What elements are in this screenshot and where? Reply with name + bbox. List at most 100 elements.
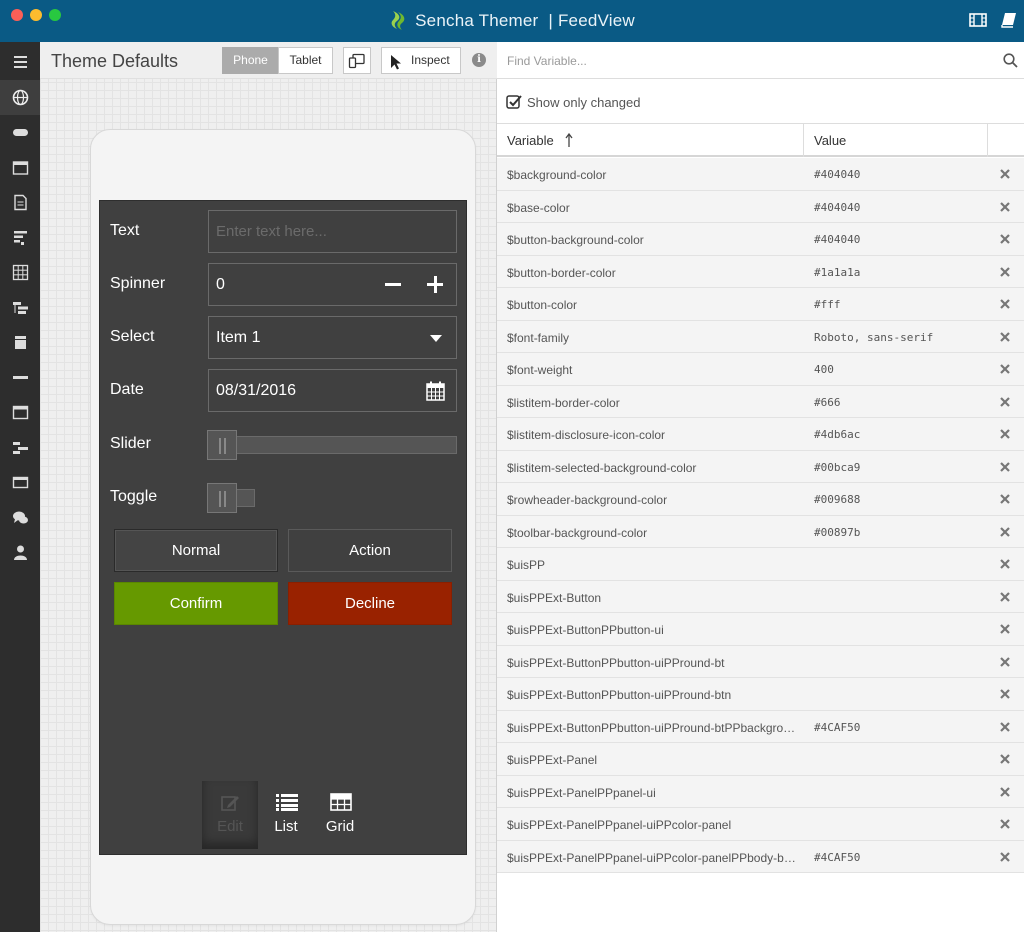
remove-icon[interactable] — [1000, 591, 1010, 602]
variable-row[interactable]: $uisPPExt-PanelPPpanel-uiPPcolor-panel — [497, 808, 1024, 841]
rotate-device-button[interactable] — [343, 47, 371, 74]
find-variable-input[interactable] — [507, 51, 987, 71]
variable-row[interactable]: $toolbar-background-color #00897b — [497, 515, 1024, 548]
info-icon[interactable]: i — [472, 53, 486, 67]
variable-row[interactable]: $listitem-selected-background-color #00bc… — [497, 450, 1024, 483]
remove-icon[interactable] — [1000, 461, 1010, 472]
variable-value[interactable]: Roboto, sans-serif — [814, 331, 933, 344]
variable-row[interactable]: $uisPPExt-ButtonPPbutton-ui — [497, 613, 1024, 646]
variable-value[interactable]: #00bca9 — [814, 461, 860, 474]
spinner-field[interactable]: 0 — [208, 263, 457, 306]
variable-row[interactable]: $uisPPExt-Panel — [497, 743, 1024, 776]
variable-row[interactable]: $button-background-color #404040 — [497, 223, 1024, 256]
remove-icon[interactable] — [1000, 526, 1010, 537]
action-button[interactable]: Action — [288, 529, 452, 572]
phone-tab[interactable]: Phone — [222, 47, 279, 74]
slider-track[interactable] — [208, 436, 457, 454]
chevron-down-icon[interactable] — [430, 335, 442, 342]
remove-icon[interactable] — [1000, 429, 1010, 439]
date-field[interactable]: 08/31/2016 — [208, 369, 457, 412]
hierarchy-icon[interactable] — [0, 430, 40, 465]
chat-icon[interactable] — [0, 500, 40, 535]
remove-icon[interactable] — [1000, 234, 1010, 244]
variable-row[interactable]: $uisPPExt-PanelPPpanel-ui — [497, 775, 1024, 808]
variable-value[interactable]: #fff — [814, 298, 841, 311]
variable-value[interactable]: #4CAF50 — [814, 721, 860, 734]
remove-icon[interactable] — [1000, 299, 1010, 309]
variable-row[interactable]: $uisPPExt-ButtonPPbutton-uiPPround-btn — [497, 678, 1024, 711]
remove-icon[interactable] — [1000, 364, 1010, 374]
decline-button[interactable]: Decline — [288, 582, 452, 625]
toggle-thumb[interactable] — [207, 483, 237, 513]
variable-value[interactable]: #1a1a1a — [814, 266, 860, 279]
sort-ascending-icon[interactable] — [564, 133, 574, 147]
document-icon[interactable] — [0, 185, 40, 220]
select-field[interactable]: Item 1 — [208, 316, 457, 359]
calendar-icon[interactable] — [0, 150, 40, 185]
variable-value[interactable]: #009688 — [814, 493, 860, 506]
form-icon[interactable] — [0, 220, 40, 255]
user-icon[interactable] — [0, 535, 40, 570]
minus-icon[interactable] — [385, 283, 401, 286]
variable-row[interactable]: $uisPPExt-ButtonPPbutton-uiPPround-bt — [497, 645, 1024, 678]
book-icon[interactable] — [1000, 12, 1018, 28]
variable-value[interactable]: #4db6ac — [814, 428, 860, 441]
value-column-header[interactable]: Value — [814, 133, 846, 148]
panel-icon[interactable] — [0, 325, 40, 360]
remove-icon[interactable] — [1000, 721, 1010, 732]
tab-grid[interactable]: Grid — [312, 781, 368, 849]
variable-row[interactable]: $background-color #404040 — [497, 158, 1024, 191]
film-icon[interactable] — [969, 12, 987, 28]
variable-value[interactable]: #404040 — [814, 201, 860, 214]
variable-row[interactable]: $listitem-disclosure-icon-color #4db6ac — [497, 418, 1024, 451]
remove-icon[interactable] — [1000, 201, 1010, 212]
variable-value[interactable]: #666 — [814, 396, 841, 409]
show-only-changed-checkbox[interactable] — [506, 94, 522, 110]
variable-column-header[interactable]: Variable — [507, 133, 554, 148]
menu-icon[interactable] — [0, 44, 40, 79]
variable-row[interactable]: $rowheader-background-color #009688 — [497, 483, 1024, 516]
variable-row[interactable]: $uisPP — [497, 548, 1024, 581]
variable-row[interactable]: $listitem-border-color #666 — [497, 385, 1024, 418]
variable-row[interactable]: $button-color #fff — [497, 288, 1024, 321]
remove-icon[interactable] — [1000, 656, 1010, 667]
remove-icon[interactable] — [1000, 754, 1010, 764]
variable-row[interactable]: $font-weight 400 — [497, 353, 1024, 386]
variable-row[interactable]: $uisPPExt-Button — [497, 580, 1024, 613]
divider-icon[interactable] — [0, 360, 40, 395]
plus-icon-vertical[interactable] — [433, 276, 437, 293]
variable-row[interactable]: $button-border-color #1a1a1a — [497, 255, 1024, 288]
variable-row[interactable]: $uisPPExt-PanelPPpanel-uiPPcolor-panelPP… — [497, 840, 1024, 873]
variable-value[interactable]: #404040 — [814, 233, 860, 246]
remove-icon[interactable] — [1000, 624, 1010, 634]
remove-icon[interactable] — [1000, 819, 1010, 829]
search-icon[interactable] — [1003, 53, 1018, 68]
remove-icon[interactable] — [1000, 559, 1010, 569]
window-icon[interactable] — [0, 395, 40, 430]
grid-icon[interactable] — [0, 255, 40, 290]
remove-icon[interactable] — [1000, 266, 1010, 277]
tab-icon[interactable] — [0, 465, 40, 500]
normal-button[interactable]: Normal — [114, 529, 278, 572]
tab-edit[interactable]: Edit — [202, 781, 258, 849]
remove-icon[interactable] — [1000, 331, 1010, 342]
remove-icon[interactable] — [1000, 169, 1010, 179]
tab-list[interactable]: List — [258, 781, 314, 849]
inspect-button[interactable]: Inspect — [381, 47, 461, 74]
remove-icon[interactable] — [1000, 494, 1010, 504]
variable-row[interactable]: $uisPPExt-ButtonPPbutton-uiPPround-btPPb… — [497, 710, 1024, 743]
variable-value[interactable]: #4CAF50 — [814, 851, 860, 864]
confirm-button[interactable]: Confirm — [114, 582, 278, 625]
remove-icon[interactable] — [1000, 851, 1010, 862]
text-input[interactable]: Enter text here... — [208, 210, 457, 253]
variable-row[interactable]: $base-color #404040 — [497, 190, 1024, 223]
slider-thumb[interactable] — [207, 430, 237, 460]
remove-icon[interactable] — [1000, 786, 1010, 797]
remove-icon[interactable] — [1000, 689, 1010, 699]
tree-icon[interactable] — [0, 290, 40, 325]
calendar-icon[interactable] — [426, 381, 445, 401]
button-icon[interactable] — [0, 115, 40, 150]
variable-value[interactable]: #404040 — [814, 168, 860, 181]
remove-icon[interactable] — [1000, 396, 1010, 407]
variable-value[interactable]: #00897b — [814, 526, 860, 539]
